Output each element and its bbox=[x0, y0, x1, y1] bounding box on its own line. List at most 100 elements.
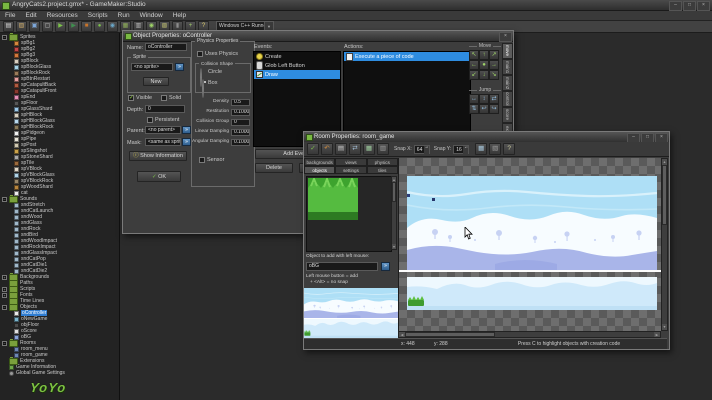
visible-checkbox[interactable]: ✓ bbox=[128, 95, 134, 101]
jump-action-icon[interactable]: ⇄ bbox=[489, 94, 499, 104]
snap-x-stepper[interactable]: 64 bbox=[414, 145, 430, 154]
menu-item[interactable]: Resources bbox=[42, 11, 83, 20]
sensor-checkbox[interactable] bbox=[199, 157, 205, 163]
move-action-icon[interactable]: ● bbox=[479, 60, 489, 70]
object-window-title-bar[interactable]: Object Properties: oController × bbox=[123, 31, 513, 42]
expand-icon[interactable]: + bbox=[2, 293, 7, 298]
move-action-icon[interactable]: ↗ bbox=[489, 50, 499, 60]
object-picker-icon[interactable]: » bbox=[381, 262, 390, 271]
commit-changes-icon[interactable]: ✓ bbox=[307, 143, 319, 155]
help-icon[interactable]: ? bbox=[503, 143, 515, 155]
canvas-horizontal-scrollbar[interactable]: ◀ ▶ bbox=[398, 331, 661, 338]
physics-value-input[interactable]: 0.5 bbox=[231, 99, 250, 106]
action-tab[interactable]: score bbox=[502, 107, 513, 123]
event-item-draw[interactable]: Draw bbox=[254, 70, 340, 79]
new-sprite-button[interactable]: New bbox=[143, 77, 169, 86]
controller-instance-dot[interactable] bbox=[432, 198, 435, 201]
move-action-icon[interactable]: ↑ bbox=[479, 50, 489, 60]
event-item-create[interactable]: Create bbox=[254, 52, 340, 61]
move-action-icon[interactable]: ← bbox=[469, 60, 479, 70]
parent-select[interactable]: <no parent> bbox=[145, 126, 181, 134]
grid-toggle-icon[interactable]: ▦ bbox=[475, 143, 487, 155]
sprite-select[interactable]: <no sprite> bbox=[131, 63, 173, 71]
mask-edit-icon[interactable]: » bbox=[182, 138, 191, 146]
canvas-vertical-scrollbar[interactable]: ▲ ▼ bbox=[661, 158, 668, 331]
minimize-icon[interactable]: – bbox=[669, 1, 682, 11]
menu-item[interactable]: Help bbox=[168, 11, 191, 20]
action-tab[interactable]: move bbox=[502, 43, 513, 59]
clear-room-icon[interactable]: ▤ bbox=[335, 143, 347, 155]
uses-physics-checkbox[interactable] bbox=[197, 51, 203, 57]
room-tab[interactable]: physics bbox=[367, 158, 398, 166]
create-sprite-icon[interactable]: ● bbox=[94, 21, 105, 32]
physics-value-input[interactable]: 0.100000 bbox=[231, 109, 250, 116]
move-action-icon[interactable]: → bbox=[489, 60, 499, 70]
physics-value-input[interactable]: 0.100000 bbox=[231, 129, 250, 136]
isometric-grid-icon[interactable]: ▧ bbox=[489, 143, 501, 155]
close-icon[interactable]: × bbox=[499, 32, 512, 42]
name-input[interactable]: oController bbox=[145, 43, 187, 51]
undo-icon[interactable]: ↶ bbox=[321, 143, 333, 155]
jump-action-icon[interactable]: ⇅ bbox=[469, 104, 479, 114]
sort-vertical-icon[interactable]: ▥ bbox=[377, 143, 389, 155]
room-tab[interactable]: objects bbox=[304, 166, 335, 174]
move-action-icon[interactable]: ↙ bbox=[469, 70, 479, 80]
menu-item[interactable]: Edit bbox=[20, 11, 41, 20]
scroll-down-icon[interactable]: ▼ bbox=[662, 324, 667, 330]
room-tab[interactable]: views bbox=[335, 158, 366, 166]
mask-select[interactable]: <same as sprite> bbox=[145, 138, 181, 146]
move-action-icon[interactable]: ↖ bbox=[469, 50, 479, 60]
ok-button[interactable]: ✓ OK bbox=[137, 171, 181, 182]
collapse-icon[interactable]: − bbox=[2, 305, 7, 310]
object-preview-box[interactable] bbox=[306, 176, 392, 252]
physics-value-input[interactable]: 0.100000 bbox=[231, 139, 250, 146]
menu-item[interactable]: Scripts bbox=[83, 11, 113, 20]
depth-input[interactable]: 0 bbox=[145, 105, 185, 113]
shift-room-icon[interactable]: ⇄ bbox=[349, 143, 361, 155]
persistent-checkbox[interactable] bbox=[147, 117, 153, 123]
jump-action-icon[interactable]: ↪ bbox=[489, 104, 499, 114]
stop-icon[interactable]: ■ bbox=[81, 21, 92, 32]
action-tab[interactable]: control bbox=[502, 91, 513, 107]
menu-item[interactable]: Run bbox=[113, 11, 135, 20]
move-action-icon[interactable]: ↘ bbox=[489, 70, 499, 80]
preview-scrollbar[interactable]: ▲ ▼ bbox=[391, 176, 397, 250]
action-item-execute-code[interactable]: Execute a piece of code bbox=[344, 52, 470, 61]
room-canvas[interactable] bbox=[398, 158, 661, 331]
new-project-icon[interactable]: ▤ bbox=[3, 21, 14, 32]
menu-item[interactable]: File bbox=[0, 11, 20, 20]
create-executable-icon[interactable]: ▢ bbox=[42, 21, 53, 32]
menu-item[interactable]: Window bbox=[135, 11, 168, 20]
run-icon[interactable]: ▶ bbox=[55, 21, 66, 32]
open-project-icon[interactable]: ▨ bbox=[16, 21, 27, 32]
snap-y-stepper[interactable]: 16 bbox=[453, 145, 469, 154]
room-tab[interactable]: backgrounds bbox=[304, 158, 335, 166]
box-radio[interactable] bbox=[202, 79, 204, 98]
scroll-up-icon[interactable]: ▲ bbox=[392, 177, 396, 182]
sort-horizontal-icon[interactable]: ▦ bbox=[363, 143, 375, 155]
tree-item-global-game-settings[interactable]: + Global Game Settings bbox=[0, 370, 119, 376]
expand-icon[interactable]: + bbox=[2, 275, 7, 280]
save-project-icon[interactable]: ▣ bbox=[29, 21, 40, 32]
scroll-down-icon[interactable]: ▼ bbox=[392, 244, 396, 249]
instance-marker[interactable] bbox=[407, 194, 410, 197]
sprite-edit-icon[interactable]: » bbox=[175, 63, 184, 71]
maximize-icon[interactable]: □ bbox=[683, 1, 696, 11]
collapse-icon[interactable]: − bbox=[2, 341, 7, 346]
close-icon[interactable]: × bbox=[697, 1, 710, 11]
event-item-glob-left-button[interactable]: Glob Left Button bbox=[254, 61, 340, 70]
collapse-icon[interactable]: − bbox=[2, 35, 7, 40]
parent-edit-icon[interactable]: » bbox=[182, 126, 191, 134]
object-to-add-select[interactable]: oBG bbox=[306, 262, 378, 271]
move-action-icon[interactable]: ↓ bbox=[479, 70, 489, 80]
expand-icon[interactable]: + bbox=[2, 287, 7, 292]
collapse-icon[interactable]: − bbox=[2, 197, 7, 202]
scroll-right-icon[interactable]: ▶ bbox=[654, 332, 660, 337]
action-tab[interactable]: main1 bbox=[502, 59, 513, 75]
action-tab[interactable]: main2 bbox=[502, 75, 513, 91]
debug-run-icon[interactable]: ▶ bbox=[68, 21, 79, 32]
delete-event-button[interactable]: Delete bbox=[255, 163, 293, 173]
create-sound-icon[interactable]: ◉ bbox=[107, 21, 118, 32]
jump-action-icon[interactable]: ↕ bbox=[479, 94, 489, 104]
room-tab[interactable]: tiles bbox=[367, 166, 398, 174]
